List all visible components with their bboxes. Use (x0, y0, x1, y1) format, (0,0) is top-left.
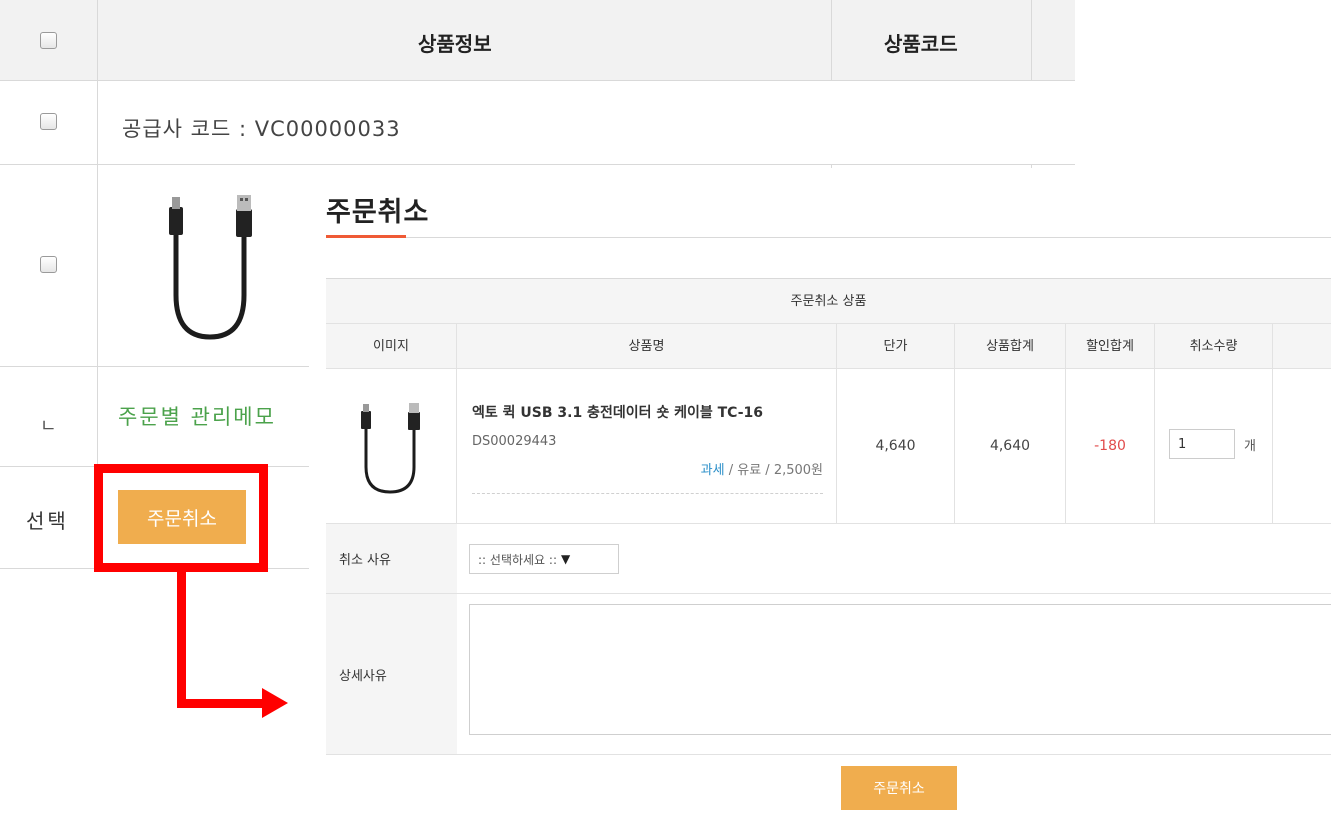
detail-reason-textarea[interactable] (469, 604, 1331, 735)
cancel-quantity-input[interactable] (1169, 429, 1235, 459)
cancel-reason-select[interactable]: :: 선택하세요 :: ▼ (469, 544, 619, 574)
modal-title: 주문취소 (326, 197, 430, 228)
cancel-reason-label: 취소 사유 (326, 524, 457, 593)
overflow-cell (1273, 369, 1331, 523)
col-product-total: 상품합계 (955, 324, 1066, 368)
supplier-code: 공급사 코드 : VC00000033 (122, 117, 401, 141)
cancel-qty-cell: 개 (1155, 369, 1273, 523)
memo-indent-mark: ㄴ (40, 416, 57, 437)
chevron-down-icon: ▼ (561, 552, 571, 566)
annotation-arrow-shaft (177, 699, 263, 708)
item-code: DS00029443 (472, 434, 557, 449)
item-name: 엑토 퀵 USB 3.1 충전데이터 숏 케이블 TC-16 (472, 405, 764, 421)
col-product-name: 상품명 (457, 324, 837, 368)
tax-type-link[interactable]: 과세 (701, 463, 725, 478)
item-thumbnail (348, 397, 432, 497)
order-admin-memo-link[interactable]: 주문별 관리메모 (118, 401, 276, 431)
dashed-divider (472, 493, 823, 494)
item-unit-price: 4,640 (837, 369, 955, 523)
submit-cancel-button[interactable]: 주문취소 (841, 766, 957, 810)
cancel-reason-body: :: 선택하세요 :: ▼ (457, 524, 1331, 593)
col-unit-price: 단가 (837, 324, 955, 368)
annotation-arrow-head (262, 688, 288, 718)
cancel-items-table: 주문취소 상품 이미지 상품명 단가 상품합계 할인합계 취소수량 엑토 퀵 U… (326, 278, 1331, 755)
annotation-arrow-stem (177, 568, 186, 708)
detail-reason-body (457, 594, 1331, 754)
highlight-box (94, 464, 268, 572)
detail-reason-row: 상세사유 (326, 594, 1331, 755)
cancel-reason-row: 취소 사유 :: 선택하세요 :: ▼ (326, 524, 1331, 594)
product-checkbox[interactable] (40, 256, 57, 273)
item-total: 4,640 (955, 369, 1066, 523)
item-meta: 과세 / 유료 / 2,500원 (700, 463, 823, 478)
qty-unit: 개 (1244, 439, 1256, 454)
shipping-fee: 2,500원 (773, 463, 823, 478)
shipping-type: 유료 (737, 463, 762, 478)
header-product-info: 상품정보 (418, 32, 492, 56)
order-cancel-modal: 주문취소 주문취소 상품 이미지 상품명 단가 상품합계 할인합계 취소수량 엑… (309, 168, 1331, 820)
table-row: 엑토 퀵 USB 3.1 충전데이터 숏 케이블 TC-16 DS0002944… (326, 369, 1331, 524)
item-image-cell (326, 369, 457, 523)
item-info-cell: 엑토 퀵 USB 3.1 충전데이터 숏 케이블 TC-16 DS0002944… (457, 369, 837, 523)
col-cancel-qty: 취소수량 (1155, 324, 1273, 368)
col-overflow (1273, 324, 1331, 368)
selection-label: 선택 (26, 509, 69, 533)
header-product-code: 상품코드 (884, 32, 958, 56)
col-discount-total: 할인합계 (1066, 324, 1155, 368)
product-thumbnail (128, 185, 288, 350)
title-accent-underline (326, 235, 406, 238)
supplier-checkbox[interactable] (40, 113, 57, 130)
item-discount: -180 (1066, 369, 1155, 523)
detail-reason-label: 상세사유 (326, 594, 457, 754)
reason-select-value: :: 선택하세요 :: (478, 552, 558, 567)
select-all-checkbox[interactable] (40, 32, 57, 49)
col-image: 이미지 (326, 324, 457, 368)
table-caption: 주문취소 상품 (326, 279, 1331, 324)
title-divider (326, 237, 1331, 238)
table-header-row: 이미지 상품명 단가 상품합계 할인합계 취소수량 (326, 324, 1331, 369)
